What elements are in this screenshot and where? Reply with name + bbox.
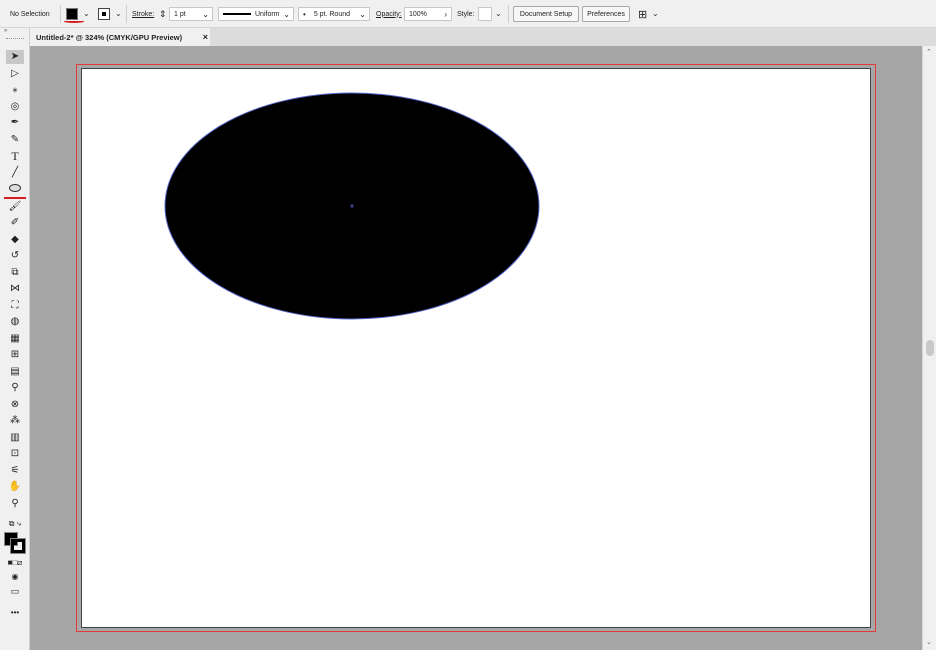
line-segment-tool-icon[interactable]: ╱: [6, 166, 24, 180]
brush-label: 5 pt. Round: [313, 10, 351, 18]
slice-tool-icon[interactable]: ⚟: [6, 464, 24, 478]
opacity-value: 100%: [409, 10, 427, 18]
style-label: Style:: [457, 10, 475, 18]
chevron-down-icon[interactable]: ⌄: [83, 9, 90, 18]
mesh-tool-icon[interactable]: ⊞: [6, 348, 24, 362]
hand-tool-icon[interactable]: ✋: [6, 480, 24, 494]
free-transform-tool-icon[interactable]: ⛶: [6, 299, 24, 313]
separator: [508, 5, 509, 23]
screen-mode-icon[interactable]: ▭: [6, 584, 24, 598]
magic-wand-tool-icon[interactable]: ⁎: [6, 83, 24, 97]
brush-definition[interactable]: • 5 pt. Round ⌄: [298, 7, 370, 21]
selection-label: No Selection: [10, 10, 50, 18]
separator: [126, 5, 127, 23]
preferences-button[interactable]: Preferences: [582, 6, 630, 22]
stroke-stepper-icon[interactable]: ⇕: [159, 0, 167, 28]
artwork-layer: [164, 92, 540, 320]
chevron-right-icon[interactable]: ›: [444, 10, 447, 19]
curvature-tool-icon[interactable]: ✎: [6, 133, 24, 147]
direct-selection-tool-icon[interactable]: ▷: [6, 67, 24, 81]
stroke-line-icon: [223, 13, 251, 15]
selection-tool-icon[interactable]: ➤: [6, 50, 24, 64]
profile-label: Uniform: [255, 10, 280, 18]
type-tool-icon[interactable]: T: [6, 149, 24, 163]
close-icon[interactable]: ×: [203, 32, 208, 42]
tools-panel: » ➤ ▷ ⁎ ◎ ✒ ✎ T ╱ 🖌 ✐ ◆ ↺ ⧉ ⋈ ⛶ ◍ ▦ ⊞ ▤ …: [0, 28, 30, 650]
stroke-weight-value: 1 pt: [174, 10, 186, 18]
vertical-scrollbar[interactable]: ⌃ ⌄: [922, 46, 936, 650]
opacity-field[interactable]: 100% ›: [404, 7, 452, 21]
lasso-tool-icon[interactable]: ◎: [6, 100, 24, 114]
panel-collapse-icon[interactable]: »: [4, 28, 7, 34]
swap-default-colors-icon[interactable]: ⧉ ⤷: [6, 517, 24, 531]
annotation-underline: [4, 197, 26, 199]
arrange-documents-icon[interactable]: ⊞: [638, 0, 647, 28]
zoom-tool-icon[interactable]: ⚲: [6, 497, 24, 511]
stroke-weight-field[interactable]: 1 pt ⌄: [169, 7, 213, 21]
artboard-tool-icon[interactable]: ⊡: [6, 447, 24, 461]
annotation-underline: [64, 20, 84, 23]
column-graph-tool-icon[interactable]: ▥: [6, 431, 24, 445]
chevron-down-icon[interactable]: ⌄: [115, 9, 122, 18]
chevron-down-icon[interactable]: ⌄: [202, 10, 209, 19]
edit-toolbar-icon[interactable]: •••: [6, 606, 24, 620]
graphic-style-swatch[interactable]: [478, 7, 492, 21]
document-tab[interactable]: Untitled-2* @ 324% (CMYK/GPU Preview) ×: [30, 28, 210, 46]
control-bar: No Selection ⌄ ⌄ Stroke: ⇕ 1 pt ⌄ Uniform…: [0, 0, 936, 28]
fill-swatch[interactable]: [66, 8, 78, 20]
pen-tool-icon[interactable]: ✒: [6, 116, 24, 130]
drawing-mode-icon[interactable]: ◉: [6, 570, 24, 584]
document-setup-button[interactable]: Document Setup: [513, 6, 579, 22]
scroll-down-icon[interactable]: ⌄: [926, 638, 932, 646]
eyedropper-tool-icon[interactable]: ⚲: [6, 381, 24, 395]
chevron-down-icon[interactable]: ⌄: [359, 10, 366, 19]
blend-tool-icon[interactable]: ⊗: [6, 398, 24, 412]
stroke-color-swatch[interactable]: [10, 538, 26, 554]
document-tab-title: Untitled-2* @ 324% (CMYK/GPU Preview): [36, 32, 183, 42]
paintbrush-tool-icon[interactable]: 🖌: [6, 200, 24, 214]
color-mode-icons[interactable]: ■□⧄: [6, 556, 24, 570]
panel-grip[interactable]: [6, 38, 24, 40]
symbol-sprayer-tool-icon[interactable]: ⁂: [6, 414, 24, 428]
artboard[interactable]: [81, 68, 871, 628]
canvas-area[interactable]: [30, 46, 922, 650]
chevron-down-icon[interactable]: ⌄: [495, 9, 502, 18]
brush-dot-icon: •: [303, 9, 306, 19]
chevron-down-icon[interactable]: ⌄: [652, 9, 659, 18]
scrollbar-thumb[interactable]: [926, 340, 934, 356]
scale-tool-icon[interactable]: ⧉: [6, 266, 24, 280]
variable-width-profile[interactable]: Uniform ⌄: [218, 7, 294, 21]
ellipse-tool-icon[interactable]: [6, 182, 24, 196]
stroke-swatch[interactable]: [98, 8, 110, 20]
scroll-up-icon[interactable]: ⌃: [926, 48, 932, 56]
shaper-tool-icon[interactable]: ✐: [6, 216, 24, 230]
stroke-label[interactable]: Stroke:: [132, 0, 154, 28]
perspective-grid-tool-icon[interactable]: ▦: [6, 332, 24, 346]
document-tab-bar: Untitled-2* @ 324% (CMYK/GPU Preview) ×: [30, 28, 936, 46]
gradient-tool-icon[interactable]: ▤: [6, 365, 24, 379]
shape-builder-tool-icon[interactable]: ◍: [6, 315, 24, 329]
opacity-label[interactable]: Opacity:: [376, 0, 402, 28]
separator: [60, 5, 61, 23]
eraser-tool-icon[interactable]: ◆: [6, 233, 24, 247]
chevron-down-icon[interactable]: ⌄: [283, 10, 290, 19]
rotate-tool-icon[interactable]: ↺: [6, 249, 24, 263]
width-tool-icon[interactable]: ⋈: [6, 282, 24, 296]
